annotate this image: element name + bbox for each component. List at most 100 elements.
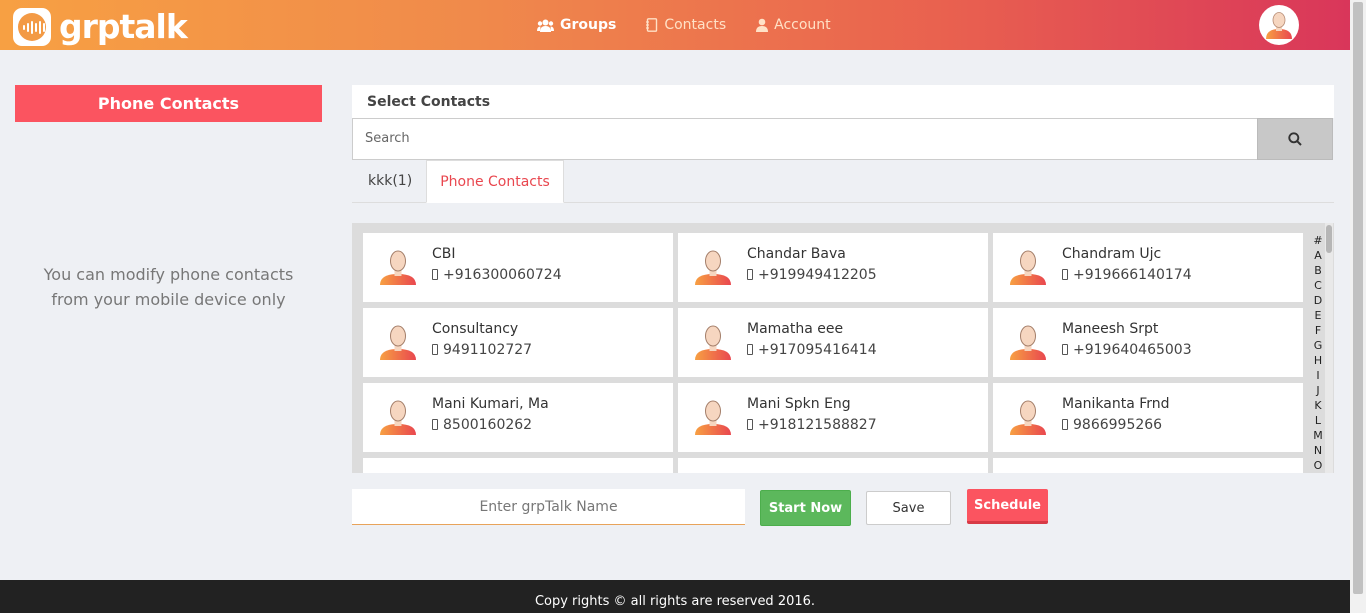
alphabet-letter[interactable]: F bbox=[1311, 323, 1325, 338]
contact-phone-number: +919666140174 bbox=[1073, 267, 1192, 283]
alphabet-letter[interactable]: H bbox=[1311, 353, 1325, 368]
contact-phone-number: +916300060724 bbox=[443, 267, 562, 283]
note-line-1: You can modify phone contacts bbox=[43, 265, 294, 284]
logo[interactable]: grptalk bbox=[13, 8, 188, 46]
person-avatar-icon bbox=[379, 399, 417, 435]
schedule-button[interactable]: Schedule bbox=[967, 489, 1048, 524]
contact-card[interactable]: Manikanta Frnd 9866995266 bbox=[993, 383, 1303, 452]
nav-contacts-label: Contacts bbox=[664, 17, 727, 33]
contact-name: Mamatha eee bbox=[747, 321, 844, 337]
alphabet-index: # A B C D E F G H I J K L M N O bbox=[1311, 233, 1325, 473]
alphabet-letter[interactable]: C bbox=[1311, 278, 1325, 293]
contact-name: Mani Kumari, Ma bbox=[432, 396, 549, 412]
nav-account-label: Account bbox=[774, 17, 831, 33]
select-contacts-title: Select Contacts bbox=[352, 85, 1334, 118]
person-avatar-icon bbox=[694, 249, 732, 285]
left-panel-note: You can modify phone contacts from your … bbox=[15, 262, 322, 312]
alphabet-letter[interactable]: O bbox=[1311, 458, 1325, 473]
person-avatar-icon bbox=[1009, 324, 1047, 360]
nav-contacts[interactable]: Contacts bbox=[646, 17, 726, 33]
person-avatar-icon bbox=[379, 324, 417, 360]
nav-account[interactable]: Account bbox=[756, 17, 831, 33]
tab-kkk[interactable]: kkk(1) bbox=[368, 160, 412, 203]
grptalk-logo-icon bbox=[13, 8, 51, 46]
page-scrollbar[interactable] bbox=[1350, 0, 1366, 613]
contact-name: Chandram Ujc bbox=[1062, 246, 1162, 262]
contact-phone: +916300060724 bbox=[432, 267, 562, 283]
contact-card[interactable]: Mani Spkn Eng +918121588827 bbox=[678, 383, 988, 452]
contact-card[interactable]: Consultancy 9491102727 bbox=[363, 308, 673, 377]
user-icon bbox=[756, 18, 769, 32]
start-now-button[interactable]: Start Now bbox=[760, 490, 851, 526]
mobile-icon bbox=[432, 344, 438, 355]
alphabet-letter[interactable]: M bbox=[1311, 428, 1325, 443]
contact-card[interactable]: CBI +916300060724 bbox=[363, 233, 673, 302]
avatar-icon bbox=[1266, 12, 1292, 39]
alphabet-letter[interactable]: A bbox=[1311, 248, 1325, 263]
contact-phone: +919949412205 bbox=[747, 267, 877, 283]
search-icon bbox=[1288, 132, 1302, 146]
contact-card[interactable] bbox=[993, 458, 1303, 473]
mobile-icon bbox=[1062, 269, 1068, 280]
alphabet-letter[interactable]: # bbox=[1311, 233, 1325, 248]
contact-card[interactable] bbox=[363, 458, 673, 473]
grptalk-name-input[interactable]: Enter grpTalk Name bbox=[352, 489, 745, 525]
mobile-icon bbox=[747, 419, 753, 430]
mobile-icon bbox=[747, 269, 753, 280]
search-button[interactable] bbox=[1257, 118, 1333, 160]
mobile-icon bbox=[432, 419, 438, 430]
nav-groups-label: Groups bbox=[560, 17, 617, 33]
alphabet-letter[interactable]: G bbox=[1311, 338, 1325, 353]
contact-tabs: kkk(1) Phone Contacts bbox=[352, 160, 1334, 203]
contact-card[interactable]: Chandram Ujc +919666140174 bbox=[993, 233, 1303, 302]
contact-name: CBI bbox=[432, 246, 456, 262]
contact-phone-number: 9866995266 bbox=[1073, 417, 1163, 433]
contact-card[interactable]: Maneesh Srpt +919640465003 bbox=[993, 308, 1303, 377]
person-avatar-icon bbox=[694, 324, 732, 360]
contact-phone-number: 9491102727 bbox=[443, 342, 533, 358]
contact-phone: +917095416414 bbox=[747, 342, 877, 358]
mobile-icon bbox=[1062, 419, 1068, 430]
contact-phone: +918121588827 bbox=[747, 417, 877, 433]
alphabet-letter[interactable]: K bbox=[1311, 398, 1325, 413]
alphabet-letter[interactable]: N bbox=[1311, 443, 1325, 458]
contact-name: Manikanta Frnd bbox=[1062, 396, 1170, 412]
contact-card[interactable]: Chandar Bava +919949412205 bbox=[678, 233, 988, 302]
address-book-icon bbox=[646, 18, 658, 32]
contacts-scrollbar[interactable] bbox=[1325, 223, 1333, 473]
main-nav: Groups Contacts Account bbox=[537, 0, 831, 50]
person-avatar-icon bbox=[1009, 399, 1047, 435]
left-panel-title: Phone Contacts bbox=[15, 85, 322, 122]
contact-name: Consultancy bbox=[432, 321, 519, 337]
alphabet-letter[interactable]: B bbox=[1311, 263, 1325, 278]
mobile-icon bbox=[747, 344, 753, 355]
tab-phone-contacts[interactable]: Phone Contacts bbox=[426, 160, 564, 203]
alphabet-letter[interactable]: I bbox=[1311, 368, 1325, 383]
contact-phone-number: +917095416414 bbox=[758, 342, 877, 358]
contact-card[interactable] bbox=[678, 458, 988, 473]
contact-phone-number: +919949412205 bbox=[758, 267, 877, 283]
contact-name: Maneesh Srpt bbox=[1062, 321, 1159, 337]
profile-avatar[interactable] bbox=[1259, 5, 1299, 45]
contact-phone: +919640465003 bbox=[1062, 342, 1192, 358]
alphabet-letter[interactable]: E bbox=[1311, 308, 1325, 323]
person-avatar-icon bbox=[1009, 249, 1047, 285]
contact-phone: 8500160262 bbox=[432, 417, 532, 433]
contacts-grid: CBI +916300060724 Chandar Bava +91994941220… bbox=[352, 223, 1334, 473]
alphabet-letter[interactable]: L bbox=[1311, 413, 1325, 428]
person-avatar-icon bbox=[694, 399, 732, 435]
save-button[interactable]: Save bbox=[866, 491, 951, 525]
note-line-2: from your mobile device only bbox=[51, 290, 286, 309]
person-avatar-icon bbox=[379, 249, 417, 285]
contact-card[interactable]: Mani Kumari, Ma 8500160262 bbox=[363, 383, 673, 452]
alphabet-letter[interactable]: J bbox=[1311, 383, 1325, 398]
contact-phone-number: +918121588827 bbox=[758, 417, 877, 433]
nav-groups[interactable]: Groups bbox=[537, 17, 616, 33]
search-input[interactable]: Search bbox=[352, 118, 1258, 160]
contact-phone-number: +919640465003 bbox=[1073, 342, 1192, 358]
top-navbar: grptalk Groups Contacts Account bbox=[0, 0, 1350, 50]
contact-phone: +919666140174 bbox=[1062, 267, 1192, 283]
contact-phone-number: 8500160262 bbox=[443, 417, 533, 433]
alphabet-letter[interactable]: D bbox=[1311, 293, 1325, 308]
contact-card[interactable]: Mamatha eee +917095416414 bbox=[678, 308, 988, 377]
